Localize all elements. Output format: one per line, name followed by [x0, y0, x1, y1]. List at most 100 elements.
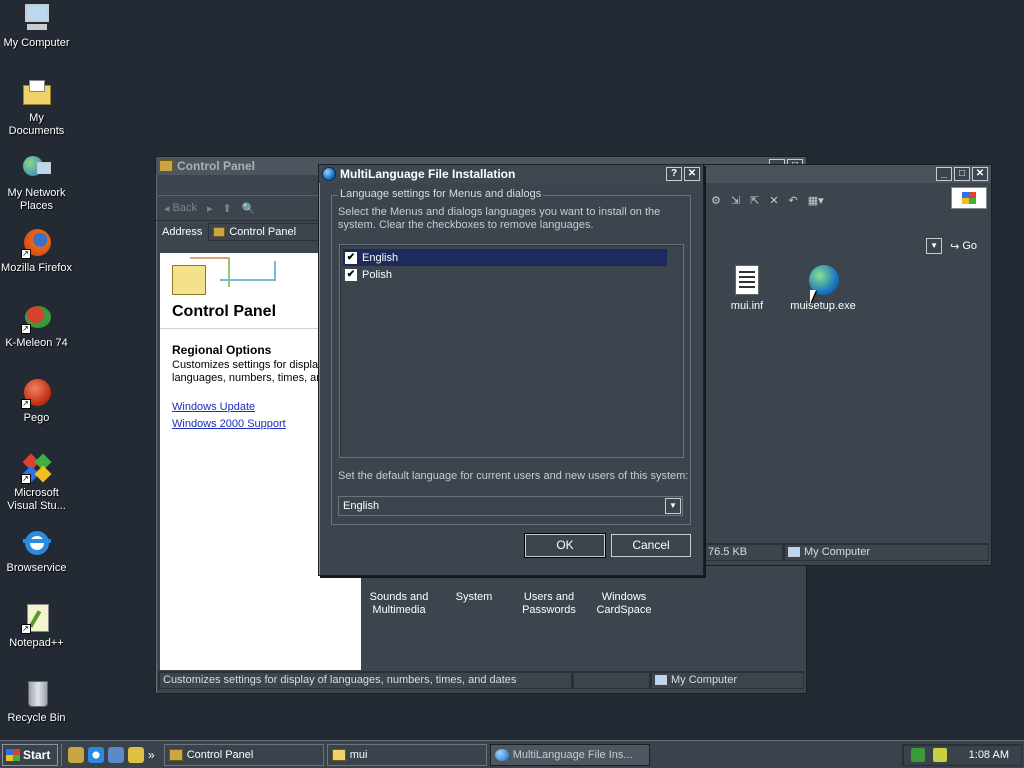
desktop-icon-label: My Computer [3, 37, 70, 49]
desktop-icon-label: Pego [23, 412, 50, 424]
ie-icon[interactable] [88, 746, 104, 763]
show-desktop-icon[interactable] [68, 746, 84, 763]
ie-icon [21, 527, 53, 559]
language-row-polish[interactable]: ✔ Polish [343, 266, 667, 283]
start-button[interactable]: Start [2, 743, 58, 766]
default-language-select[interactable]: English ▼ [338, 496, 683, 516]
up-folder-icon[interactable]: ⬆ [223, 202, 232, 215]
dialog-titlebar[interactable]: MultiLanguage File Installation ? ✕ [319, 165, 703, 183]
desktop-icon-browservice[interactable]: Browservice [0, 527, 73, 575]
desktop-icon-notepadpp[interactable]: ↗ Notepad++ [0, 602, 73, 650]
close-button[interactable]: ✕ [684, 167, 700, 181]
address-dropdown-button[interactable]: ▼ [926, 238, 943, 254]
shortcut-arrow-icon: ↗ [20, 624, 31, 634]
cp-item-label: System [455, 591, 493, 603]
desktop-icon-label: Recycle Bin [7, 712, 66, 724]
cancel-button[interactable]: Cancel [611, 534, 691, 557]
copy-to-icon[interactable]: ⇱ [750, 194, 759, 207]
language-name: English [362, 251, 399, 264]
cp-item-sounds[interactable]: Sounds and Multimedia [361, 573, 437, 617]
desktop-icon-recycle-bin[interactable]: Recycle Bin [0, 677, 73, 725]
more-chevron-icon[interactable]: » [148, 748, 155, 762]
language-name: Polish [362, 268, 392, 281]
back-label: Back [172, 202, 197, 214]
taskbar: Start » Control Panel mui MultiLanguage … [0, 740, 1024, 768]
computer-icon [788, 547, 800, 557]
checkbox-checked-icon[interactable]: ✔ [345, 251, 357, 264]
status-location-label: My Computer [804, 546, 871, 558]
forward-button[interactable]: ▸ [207, 202, 213, 215]
search-icon[interactable]: 🔍 [242, 202, 256, 215]
firefox-icon: ↗ [20, 227, 53, 259]
mouse-cursor-icon [810, 290, 822, 304]
desktop-icon-k-meleon[interactable]: ↗ K-Meleon 74 [0, 302, 73, 350]
cp-item-users[interactable]: Users and Passwords [511, 573, 587, 617]
folder-icon [331, 748, 346, 761]
visual-studio-icon: ↗ [20, 452, 53, 484]
language-list[interactable]: ✔ English ✔ Polish [339, 244, 684, 458]
address-field[interactable]: Control Panel [208, 223, 324, 241]
control-panel-folder-icon [172, 265, 206, 295]
desktop-icon-pego[interactable]: ↗ Pego [0, 377, 73, 425]
task-label: Control Panel [186, 748, 254, 761]
desktop-icon-my-network-places[interactable]: My Network Places [0, 152, 73, 213]
go-button[interactable]: ↪ Go [950, 240, 977, 253]
quick-launch: » [61, 743, 161, 766]
close-button[interactable]: ✕ [972, 167, 988, 181]
network-tray-icon[interactable] [910, 747, 925, 762]
task-control-panel[interactable]: Control Panel [163, 743, 324, 766]
multilanguage-dialog[interactable]: MultiLanguage File Installation ? ✕ Lang… [318, 164, 704, 576]
cp-item-cardspace[interactable]: Windows CardSpace [586, 573, 662, 617]
desktop-icon-label: Microsoft Visual Stu... [7, 487, 66, 512]
network-icon [21, 152, 53, 184]
desktop-icon-label: My Documents [8, 112, 65, 137]
move-to-icon[interactable]: ⇲ [731, 194, 740, 207]
desktop-icon-label: K-Meleon 74 [5, 337, 68, 349]
folder-icon [21, 77, 53, 109]
file-item-mui-inf[interactable]: mui.inf [707, 265, 787, 312]
task-multilanguage[interactable]: MultiLanguage File Ins... [489, 743, 650, 766]
desktop-icon-visual-studio[interactable]: ↗ Microsoft Visual Stu... [0, 452, 73, 513]
chevron-down-icon[interactable]: ▼ [665, 498, 681, 514]
language-settings-group: Language settings for Menus and dialogs … [331, 188, 691, 525]
inf-file-icon [733, 265, 761, 297]
desktop-icon-my-computer[interactable]: My Computer [0, 2, 73, 50]
status-spacer [572, 671, 650, 689]
shortcut-arrow-icon: ↗ [20, 249, 31, 259]
maximize-button[interactable]: □ [954, 167, 970, 181]
back-button[interactable]: ◂ Back [164, 202, 197, 215]
globe-icon [494, 748, 509, 761]
task-label: mui [349, 748, 368, 761]
status-location: My Computer [783, 543, 989, 561]
clock[interactable]: 1:08 AM [969, 749, 1009, 761]
globe-icon [322, 167, 336, 181]
cp-item-label: Windows CardSpace [596, 591, 652, 616]
minimize-button[interactable]: _ [936, 167, 952, 181]
desktop-icon-my-documents[interactable]: My Documents [0, 77, 73, 138]
mui-file-list: mui.inf muisetup.exe [703, 261, 987, 539]
start-label: Start [23, 747, 51, 762]
computer-icon [655, 675, 667, 685]
system-tray: 1:08 AM [901, 743, 1022, 766]
outlook-icon[interactable] [108, 746, 124, 763]
notepadpp-icon: ↗ [20, 602, 53, 634]
cp-item-label: Users and Passwords [522, 591, 576, 616]
computer-icon [21, 2, 53, 34]
ok-button[interactable]: OK [525, 534, 605, 557]
help-button[interactable]: ? [666, 167, 682, 181]
views-icon[interactable]: ▦▾ [808, 194, 824, 207]
delete-icon[interactable]: ✕ [769, 194, 778, 207]
undo-icon[interactable]: ↶ [789, 194, 798, 207]
language-row-english[interactable]: ✔ English [343, 249, 667, 266]
desktop-icon-mozilla-firefox[interactable]: ↗ Mozilla Firefox [0, 227, 73, 275]
shortcut-arrow-icon: ↗ [20, 474, 31, 484]
cp-item-system[interactable]: System [436, 573, 512, 604]
checkbox-checked-icon[interactable]: ✔ [345, 268, 357, 281]
volume-tray-icon[interactable] [932, 747, 947, 762]
file-item-muisetup-exe[interactable]: muisetup.exe [783, 265, 863, 312]
map-drive-icon[interactable]: ⚙ [711, 194, 721, 207]
task-mui[interactable]: mui [326, 743, 487, 766]
explorer-icon[interactable] [128, 746, 144, 763]
go-label: Go [962, 240, 977, 252]
group-description: Select the Menus and dialogs languages y… [338, 206, 661, 231]
